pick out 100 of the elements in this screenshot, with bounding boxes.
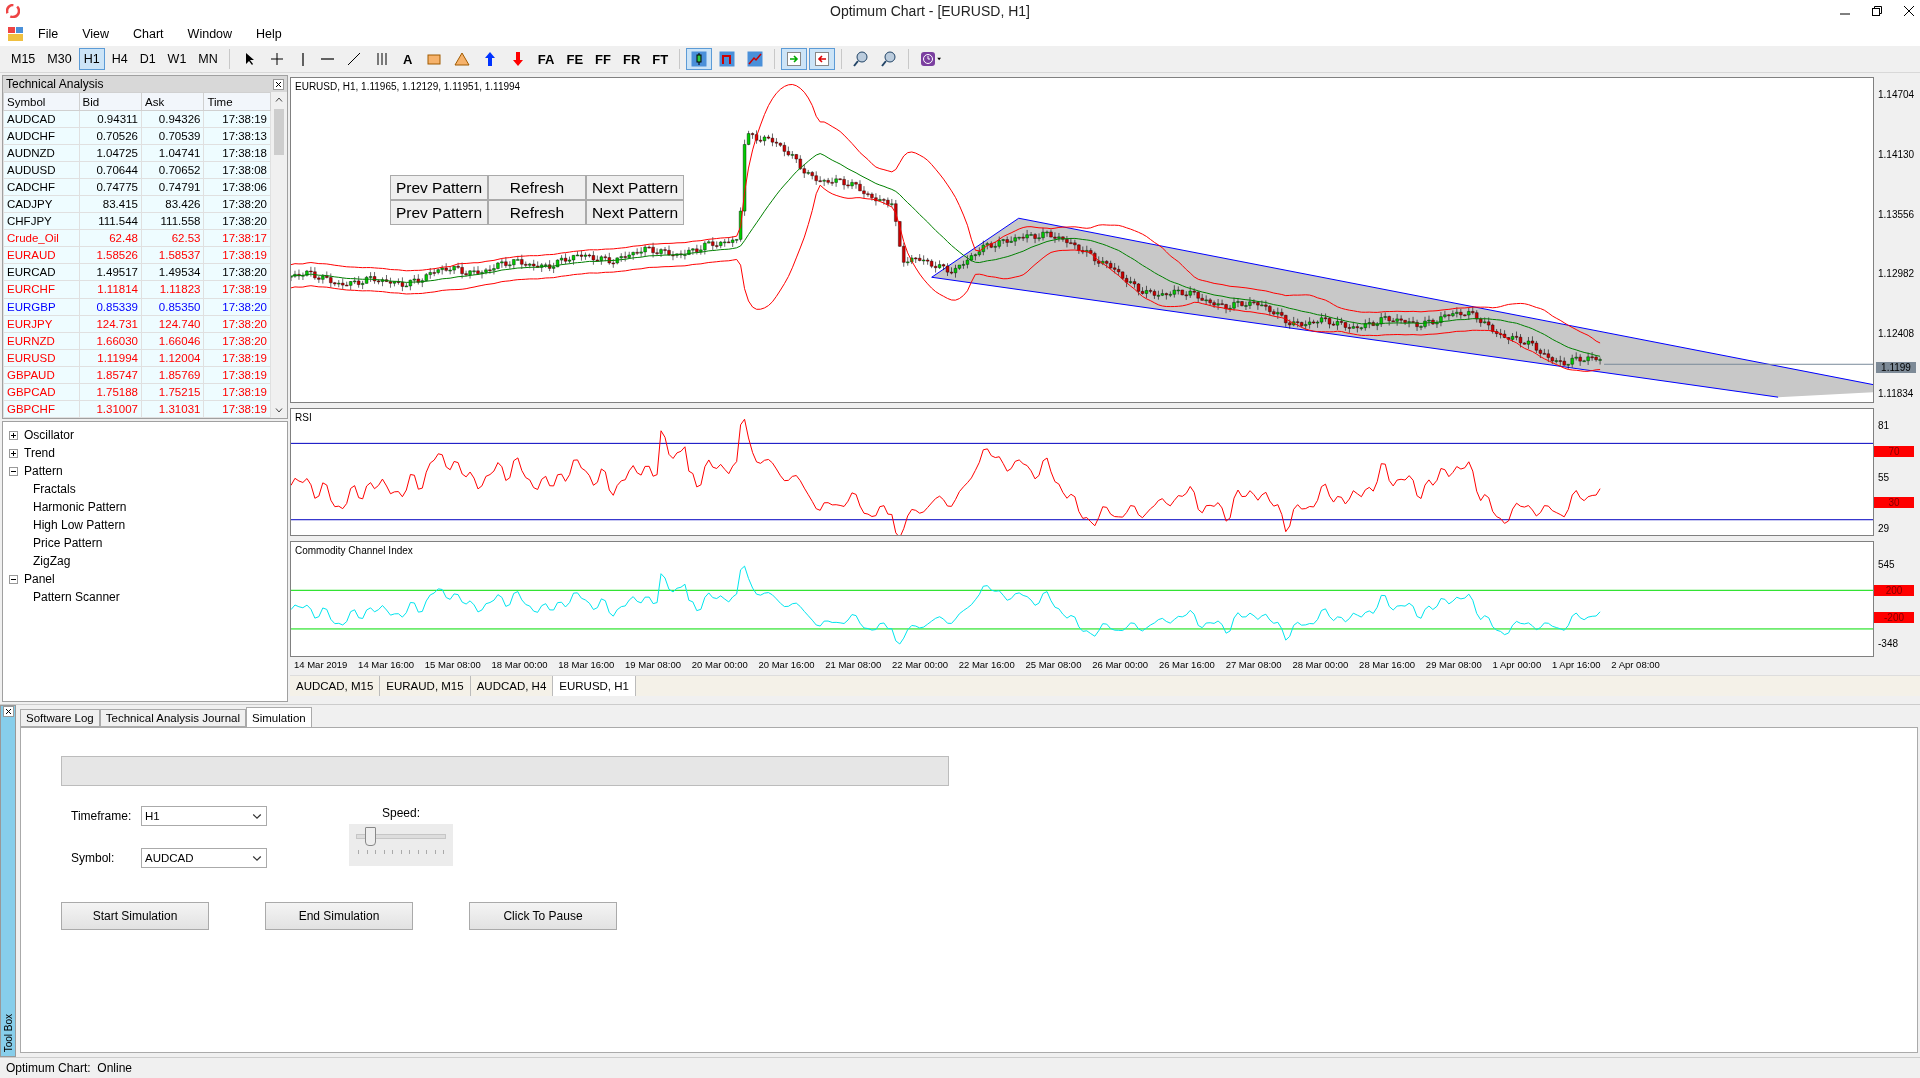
text-tool-button[interactable]: FR: [617, 48, 646, 70]
action-button[interactable]: End Simulation: [265, 902, 413, 930]
tree-item[interactable]: Fractals: [33, 482, 76, 496]
column-header[interactable]: Symbol: [3, 92, 80, 111]
scrollbar-thumb[interactable]: [274, 109, 284, 155]
table-cell: 17:38:19: [203, 280, 271, 298]
axis-label: 1.12982: [1877, 268, 1916, 280]
close-icon[interactable]: [1904, 6, 1914, 16]
timeframe-button[interactable]: MN: [193, 48, 223, 70]
menu-item[interactable]: File: [28, 25, 69, 43]
table-cell: 1.31031: [141, 400, 204, 418]
speed-slider[interactable]: [349, 824, 453, 866]
tree-item[interactable]: Harmonic Pattern: [33, 500, 127, 514]
tree-item[interactable]: High Low Pattern: [33, 518, 126, 532]
restore-icon[interactable]: [1872, 6, 1882, 16]
chart-tab[interactable]: EURUSD, H1: [553, 676, 636, 696]
text-tool-button[interactable]: FE: [561, 48, 589, 70]
column-header[interactable]: Bid: [79, 92, 142, 111]
table-cell: 1.31007: [79, 400, 142, 418]
text-tool-button[interactable]: FA: [532, 48, 560, 70]
table-cell: EURJPY: [3, 315, 80, 333]
scroll-down-icon[interactable]: [275, 408, 283, 413]
pattern-button[interactable]: Refresh: [488, 175, 586, 200]
timeframe-button[interactable]: M15: [6, 48, 41, 70]
menu-item[interactable]: Chart: [123, 25, 174, 43]
table-cell: CHFJPY: [3, 212, 80, 230]
column-header[interactable]: Ask: [141, 92, 204, 111]
app-logo-icon: [6, 4, 20, 18]
table-cell: 0.70526: [79, 127, 142, 145]
tree-item[interactable]: ZigZag: [33, 554, 71, 568]
bar-chart-icon: [719, 51, 736, 67]
arrow-left-icon: [814, 51, 831, 67]
table-cell: 1.58526: [79, 246, 142, 264]
text-tool-button[interactable]: FT: [647, 48, 674, 70]
menu-item[interactable]: Help: [246, 25, 292, 43]
action-button[interactable]: Start Simulation: [61, 902, 209, 930]
tab[interactable]: Software Log: [20, 709, 100, 727]
close-icon[interactable]: [273, 78, 284, 90]
action-button[interactable]: Click To Pause: [469, 902, 617, 930]
toolbox-label[interactable]: Tool Box: [2, 1013, 14, 1052]
chart-tab[interactable]: AUDCAD, M15: [290, 676, 381, 696]
menu-item[interactable]: View: [72, 25, 120, 43]
line-chart-icon: [747, 51, 764, 67]
tree-item[interactable]: Panel: [24, 572, 55, 586]
collapse-icon[interactable]: [9, 574, 18, 584]
tree-item[interactable]: Pattern Scanner: [33, 590, 120, 604]
symbol-dropdown[interactable]: AUDCAD: [141, 848, 267, 868]
collapse-icon[interactable]: [9, 466, 18, 476]
tree-item[interactable]: Pattern: [24, 464, 63, 478]
table-cell: CADJPY: [3, 195, 80, 213]
text-tool-button[interactable]: A: [396, 48, 419, 70]
tab[interactable]: Technical Analysis Journal: [99, 709, 246, 727]
rectangle-icon: [425, 51, 442, 67]
scrollbar[interactable]: [271, 92, 287, 418]
chart-shift-button[interactable]: [809, 48, 836, 70]
timeframe-button[interactable]: H1: [78, 48, 105, 70]
zoom-in-icon: [853, 51, 870, 67]
axis-label: -348: [1877, 638, 1899, 649]
chart-type-button[interactable]: [686, 48, 713, 70]
field-label: Timeframe:: [71, 809, 133, 823]
trend-line-icon: [345, 51, 362, 67]
tree-item[interactable]: Oscillator: [24, 428, 74, 442]
pattern-button[interactable]: Prev Pattern: [390, 200, 488, 225]
table-cell: 17:38:06: [203, 178, 271, 196]
expand-icon[interactable]: [9, 430, 18, 440]
pattern-button[interactable]: Prev Pattern: [390, 175, 488, 200]
timeframe-button[interactable]: H4: [106, 48, 133, 70]
axis-label: 18 Mar 00:00: [491, 659, 548, 672]
pattern-button[interactable]: Refresh: [488, 200, 586, 225]
timeframe-button[interactable]: M30: [42, 48, 77, 70]
tab[interactable]: Simulation: [246, 707, 312, 727]
app-menu-icon[interactable]: [8, 27, 24, 41]
table-cell: EURGBP: [3, 298, 80, 316]
timeframe-dropdown[interactable]: H1: [141, 806, 267, 826]
table-cell: 17:38:20: [203, 315, 271, 333]
column-header[interactable]: Time: [203, 92, 271, 111]
pattern-button[interactable]: Next Pattern: [586, 200, 684, 225]
table-cell: AUDCAD: [3, 110, 80, 128]
table-cell: 111.558: [141, 212, 204, 230]
table-cell: 17:38:20: [203, 332, 271, 350]
menu-item[interactable]: Window: [177, 25, 243, 43]
table-cell: GBPAUD: [3, 366, 80, 384]
table-cell: EURAUD: [3, 246, 80, 264]
timeframe-button[interactable]: D1: [134, 48, 161, 70]
timeframe-button[interactable]: W1: [162, 48, 192, 70]
table-cell: 1.75215: [141, 383, 204, 401]
table-cell: 1.58537: [141, 246, 204, 264]
text-tool-button[interactable]: FF: [590, 48, 616, 70]
table-cell: 17:38:20: [203, 212, 271, 230]
table-cell: Crude_Oil: [3, 229, 80, 247]
tree-item[interactable]: Trend: [24, 446, 55, 460]
auto-scroll-button[interactable]: [781, 48, 808, 70]
expand-icon[interactable]: [9, 448, 18, 458]
tree-item[interactable]: Price Pattern: [33, 536, 103, 550]
slider-thumb[interactable]: [365, 827, 377, 846]
axis-label: 28 Mar 16:00: [1359, 659, 1416, 672]
scroll-up-icon[interactable]: [275, 97, 283, 102]
chart-tab[interactable]: EURAUD, M15: [380, 676, 471, 696]
close-icon[interactable]: [2, 706, 14, 717]
pattern-button[interactable]: Next Pattern: [586, 175, 684, 200]
